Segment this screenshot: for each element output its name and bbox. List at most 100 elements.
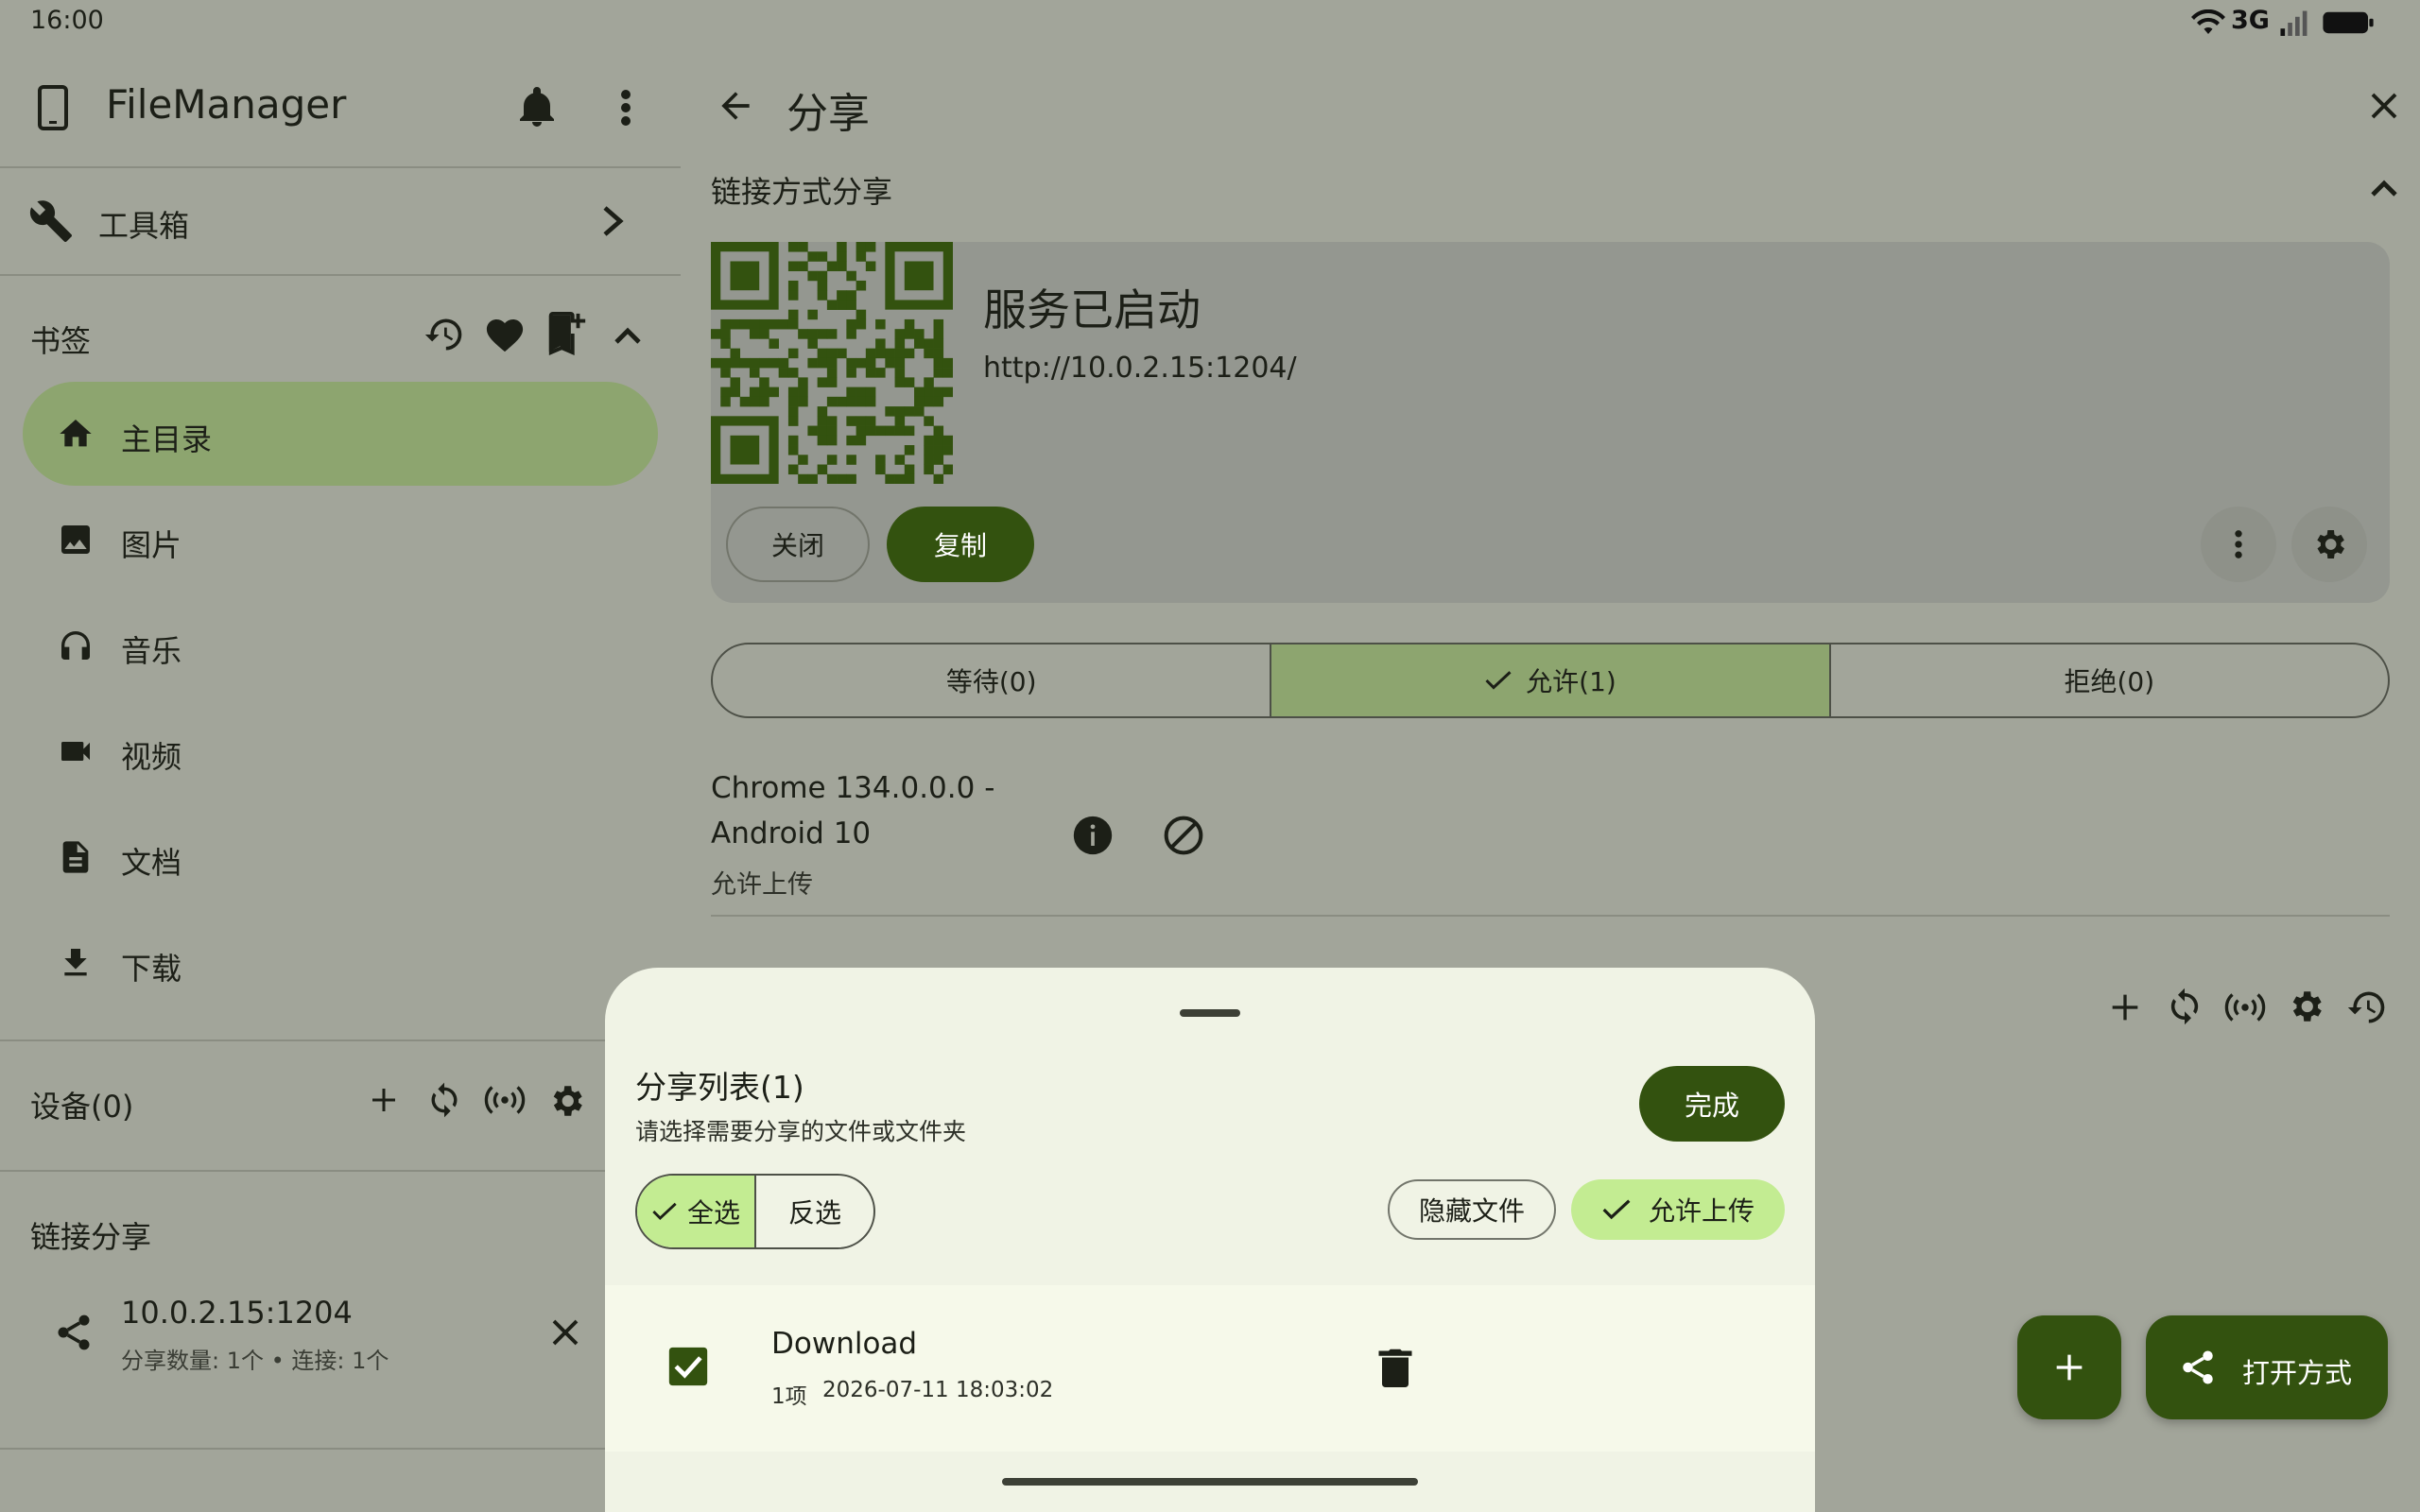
settings-icon[interactable]	[546, 1081, 586, 1121]
gesture-handle[interactable]	[1002, 1478, 1418, 1486]
share-url[interactable]: http://10.0.2.15:1204/	[983, 352, 1297, 385]
add-icon[interactable]	[367, 1083, 401, 1117]
broadcast-icon[interactable]	[2223, 990, 2267, 1024]
info-icon[interactable]	[1072, 815, 1114, 856]
history-icon[interactable]	[424, 314, 465, 355]
phone-icon	[38, 85, 68, 130]
divider	[0, 1170, 681, 1172]
more-vert-icon[interactable]	[614, 89, 637, 127]
client-item: Chrome 134.0.0.0 - Android 10 允许上传	[711, 765, 2390, 917]
copy-url-label: 复制	[933, 530, 987, 561]
share-icon	[58, 1314, 90, 1350]
chevron-up-icon[interactable]	[2371, 178, 2397, 197]
nav-item-label: 文档	[121, 845, 182, 881]
settings-icon[interactable]	[2286, 987, 2325, 1026]
divider	[0, 1448, 681, 1450]
bell-icon[interactable]	[518, 87, 556, 129]
headphones-icon	[61, 631, 90, 660]
sync-icon[interactable]	[2165, 987, 2204, 1026]
chevron-right-icon	[603, 206, 624, 236]
copy-url-button[interactable]: 复制	[887, 507, 1034, 582]
drag-handle[interactable]	[1180, 1009, 1240, 1017]
list-item[interactable]: Download 1项 2026-07-11 18:03:02	[605, 1285, 1815, 1452]
heart-icon[interactable]	[484, 316, 526, 353]
open-with-label: 打开方式	[2242, 1357, 2353, 1389]
tab-label: 允许(1)	[1526, 666, 1616, 697]
tab-rejected[interactable]: 拒绝(0)	[1831, 644, 2388, 716]
nav-item-video[interactable]: 视频	[23, 699, 658, 803]
hide-files-label: 隐藏文件	[1418, 1195, 1525, 1227]
nav-item-home[interactable]: 主目录	[23, 382, 658, 486]
more-vert-icon	[2235, 530, 2242, 558]
sheet-title: 分享列表(1)	[635, 1069, 804, 1106]
tab-label: 等待(0)	[945, 666, 1037, 697]
link-share-item[interactable]: 10.0.2.15:1204 分享数量: 1个 • 连接: 1个	[0, 1281, 681, 1385]
link-share-address: 10.0.2.15:1204	[121, 1295, 353, 1331]
tab-allowed[interactable]: 允许(1)	[1271, 644, 1831, 716]
allow-upload-chip[interactable]: 允许上传	[1571, 1179, 1785, 1240]
signal-icon	[2280, 10, 2308, 36]
invert-selection-button[interactable]: 反选	[756, 1176, 873, 1247]
nav-item-music[interactable]: 音乐	[23, 593, 658, 697]
network-type: 3G	[2231, 6, 2270, 35]
block-icon[interactable]	[1163, 815, 1204, 856]
service-status: 服务已启动	[983, 284, 1201, 335]
section-title: 链接方式分享	[711, 174, 893, 210]
item-count: 1项	[771, 1384, 807, 1409]
close-icon[interactable]	[548, 1315, 582, 1349]
check-icon	[1485, 671, 1512, 690]
invert-selection-label: 反选	[787, 1197, 841, 1228]
add-icon[interactable]	[2106, 988, 2144, 1026]
nav-item-label: 主目录	[121, 421, 213, 457]
item-date: 2026-07-11 18:03:02	[822, 1378, 1054, 1402]
sync-icon[interactable]	[425, 1081, 463, 1119]
nav-item-label: 视频	[121, 739, 182, 775]
client-permission: 允许上传	[711, 870, 813, 900]
chevron-up-icon[interactable]	[614, 325, 641, 344]
hide-files-chip[interactable]: 隐藏文件	[1388, 1179, 1556, 1240]
allow-upload-label: 允许上传	[1648, 1195, 1754, 1227]
link-share-detail: 分享数量: 1个 • 连接: 1个	[121, 1348, 389, 1374]
settings-icon	[2317, 530, 2344, 558]
select-all-label: 全选	[686, 1197, 740, 1228]
close-service-label: 关闭	[770, 530, 824, 561]
download-icon	[64, 949, 87, 976]
history-icon[interactable]	[2346, 987, 2388, 1028]
link-share-header: 链接分享	[30, 1219, 152, 1255]
card-settings-button[interactable]	[2291, 507, 2367, 582]
share-list-sheet: 分享列表(1) 请选择需要分享的文件或文件夹 完成 全选 反选 隐藏文件 允许上…	[605, 968, 1815, 1512]
checkbox-checked-icon[interactable]	[667, 1346, 709, 1387]
check-icon	[1602, 1199, 1631, 1220]
bookmark-add-icon[interactable]	[548, 312, 586, 355]
nav-item-images[interactable]: 图片	[23, 488, 658, 592]
done-button[interactable]: 完成	[1639, 1066, 1785, 1142]
open-with-fab[interactable]: 打开方式	[2146, 1315, 2388, 1419]
devices-header: 设备(0)	[30, 1089, 134, 1125]
connection-filter-tabs: 等待(0) 允许(1) 拒绝(0)	[711, 643, 2390, 718]
video-icon	[61, 742, 90, 761]
tab-waiting[interactable]: 等待(0)	[713, 644, 1272, 716]
qr-code	[711, 242, 953, 484]
divider	[711, 915, 2390, 917]
done-label: 完成	[1684, 1090, 1739, 1122]
share-icon	[2183, 1350, 2213, 1384]
toolbox-row[interactable]: 工具箱	[0, 168, 681, 274]
broadcast-icon[interactable]	[484, 1083, 526, 1117]
status-bar: 16:00 3G	[0, 0, 2420, 43]
close-icon[interactable]	[2367, 89, 2401, 123]
close-service-button[interactable]: 关闭	[726, 507, 870, 582]
add-icon	[2056, 1354, 2083, 1381]
back-arrow-icon[interactable]	[715, 85, 756, 127]
home-icon	[60, 420, 92, 447]
nav-item-documents[interactable]: 文档	[23, 805, 658, 909]
divider	[0, 1040, 681, 1041]
toolbox-label: 工具箱	[98, 208, 190, 244]
selection-toggle: 全选 反选	[635, 1174, 875, 1249]
add-fab[interactable]	[2017, 1315, 2121, 1419]
card-more-button[interactable]	[2201, 507, 2276, 582]
nav-item-downloads[interactable]: 下载	[23, 911, 658, 1015]
navigation-drawer: FileManager 工具箱 书签 主目录 图片 音乐 视频 文档 下载 设备…	[0, 43, 681, 1512]
select-all-button[interactable]: 全选	[637, 1176, 756, 1247]
wifi-icon	[2191, 9, 2225, 34]
delete-icon[interactable]	[1378, 1348, 1412, 1387]
